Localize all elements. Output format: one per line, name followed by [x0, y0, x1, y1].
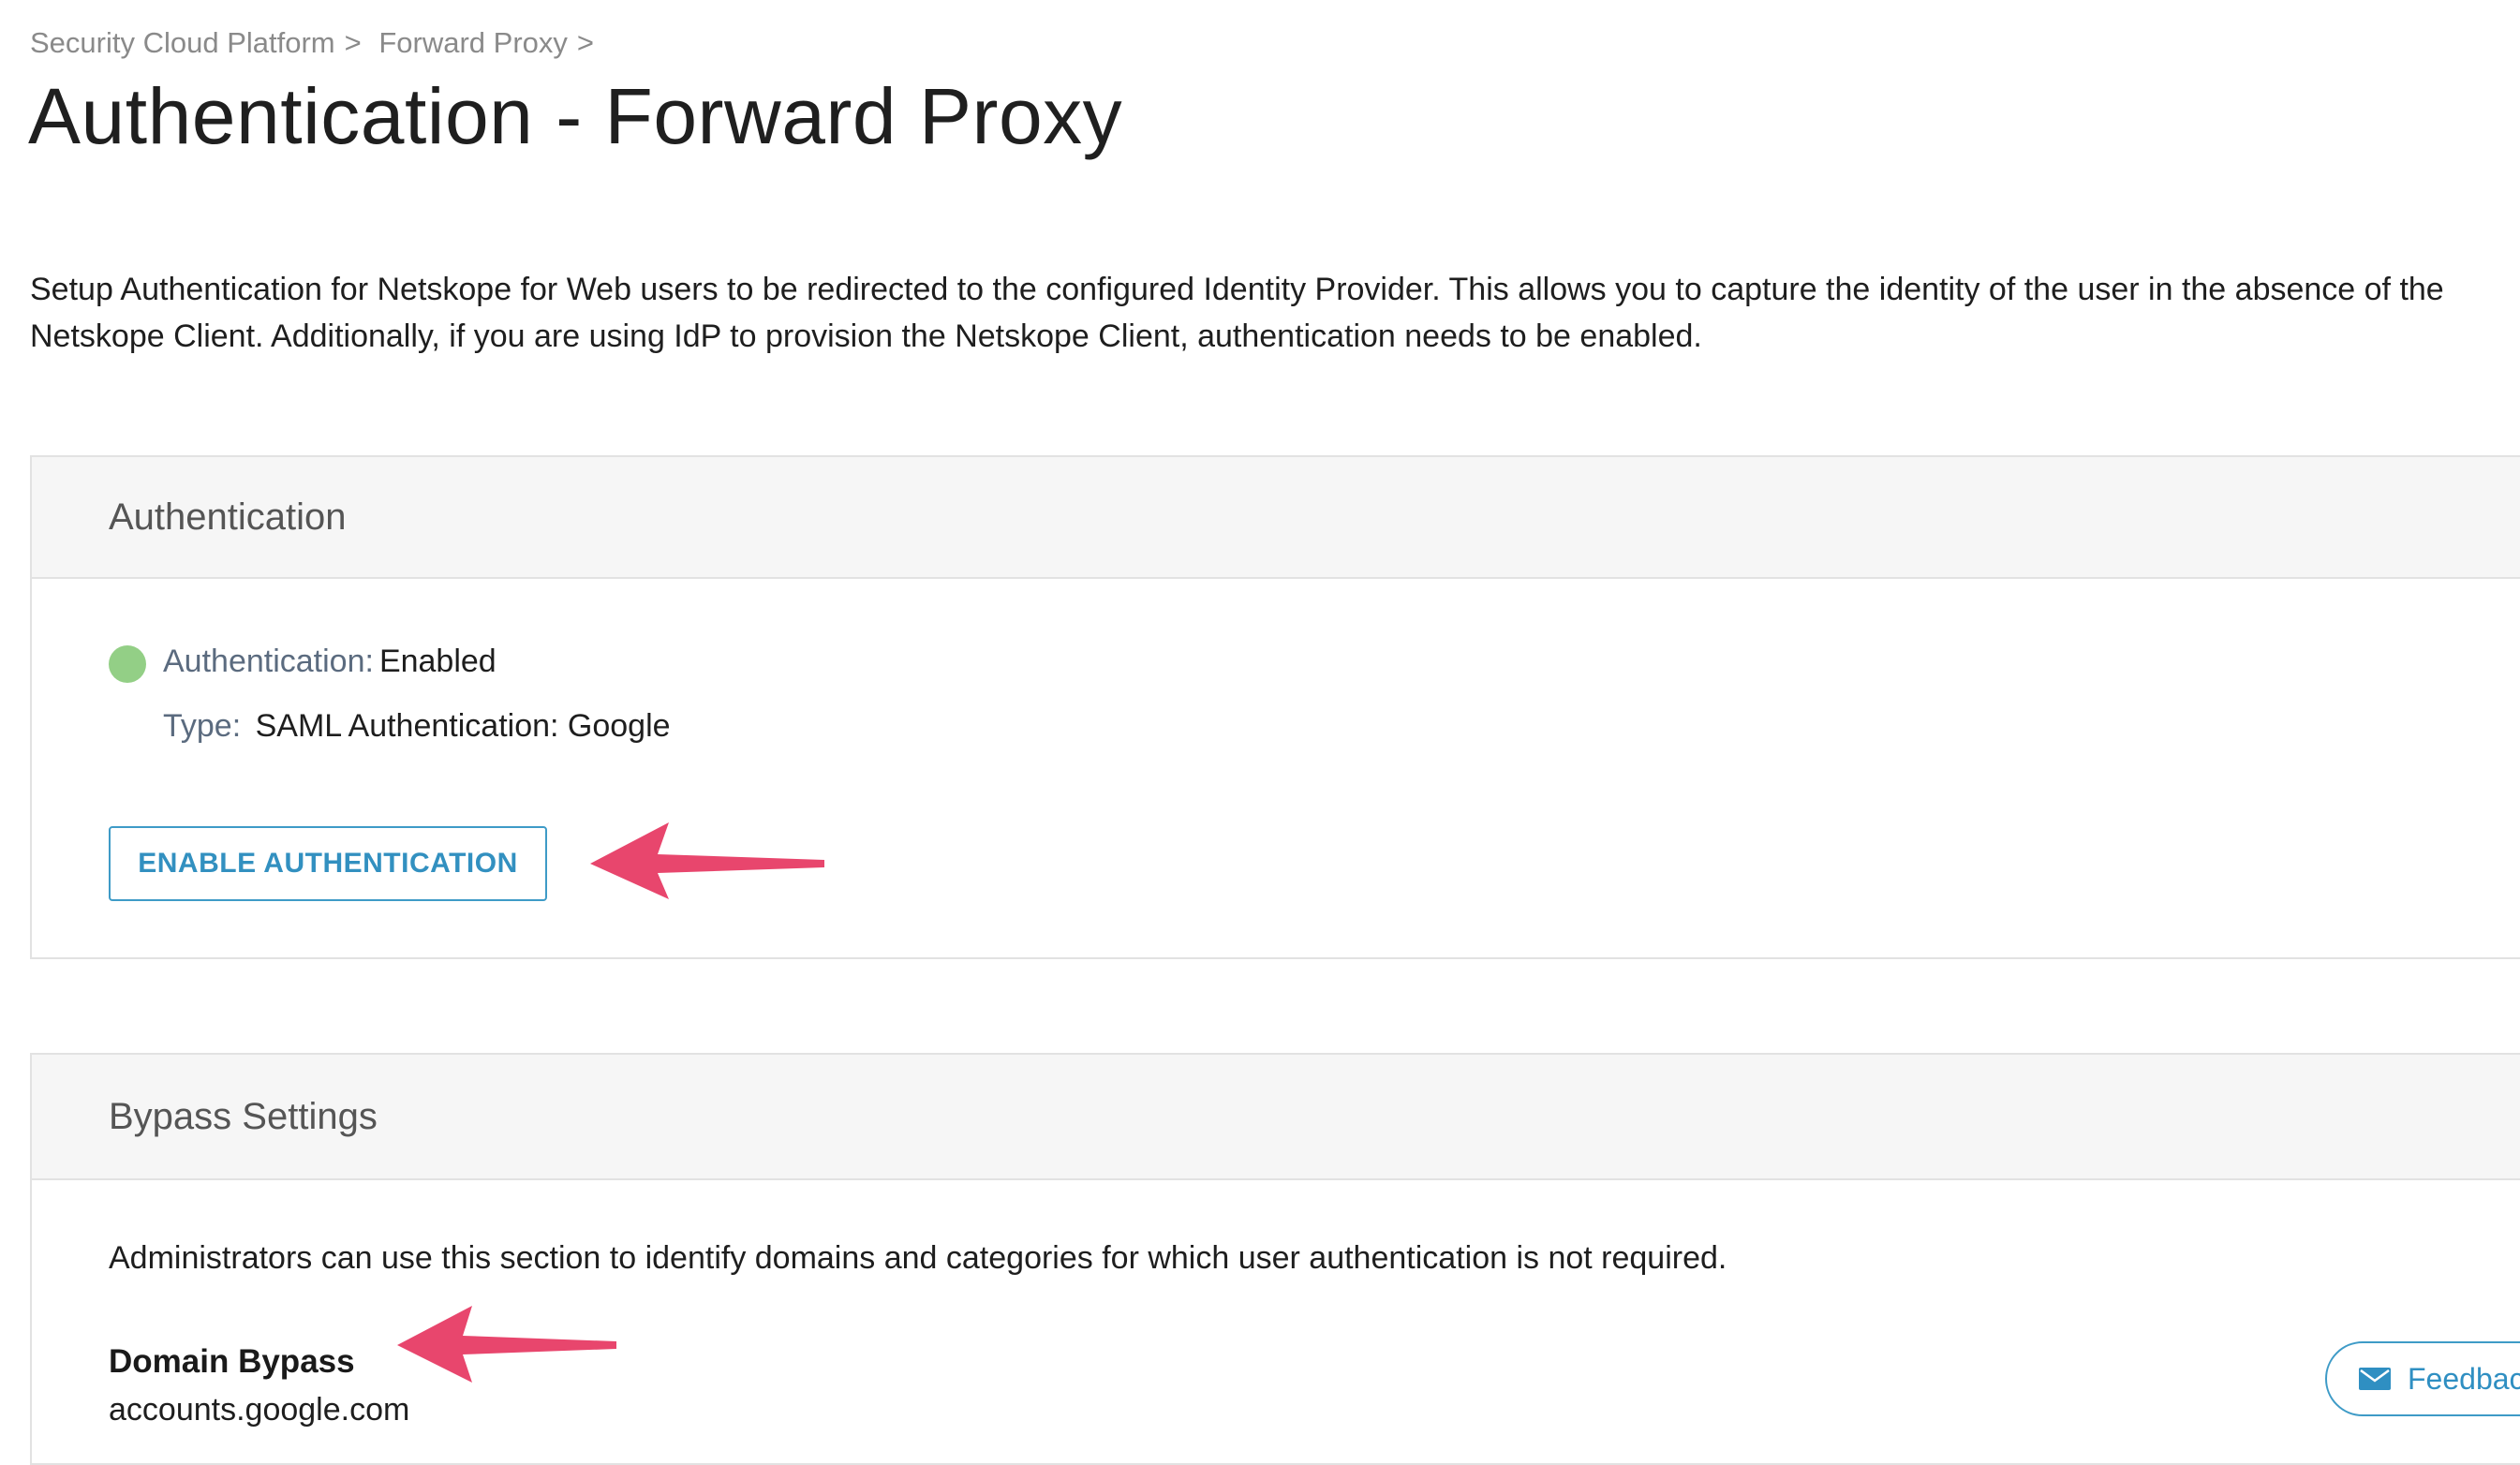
breadcrumb: Security Cloud Platform > Forward Proxy >	[30, 26, 603, 60]
authentication-type: Type: SAML Authentication: Google	[163, 708, 671, 745]
authentication-status: Authentication: Enabled	[109, 640, 497, 683]
authentication-panel-header: Authentication	[32, 457, 2520, 579]
authentication-panel: Authentication Authentication: Enabled T…	[30, 455, 2520, 959]
feedback-label: Feedback	[2408, 1361, 2520, 1396]
domain-bypass-value: accounts.google.com	[109, 1392, 410, 1428]
annotation-arrow-icon	[590, 822, 824, 899]
page-intro: Setup Authentication for Netskope for We…	[30, 272, 2444, 354]
breadcrumb-separator: >	[344, 26, 362, 59]
domain-bypass-title: Domain Bypass	[109, 1343, 355, 1380]
bypass-settings-panel: Bypass Settings Administrators can use t…	[30, 1053, 2520, 1465]
feedback-button[interactable]: Feedback	[2325, 1341, 2520, 1416]
breadcrumb-item-forward-proxy[interactable]: Forward Proxy	[378, 26, 568, 59]
bypass-settings-panel-header: Bypass Settings	[32, 1055, 2520, 1180]
page-title: Authentication - Forward Proxy	[28, 72, 1123, 160]
authentication-type-value: SAML Authentication: Google	[255, 708, 671, 744]
status-indicator-icon	[109, 645, 146, 683]
breadcrumb-item-security-cloud-platform[interactable]: Security Cloud Platform	[30, 26, 335, 59]
bypass-settings-description: Administrators can use this section to i…	[109, 1240, 1727, 1276]
authentication-status-label: Authentication:	[163, 643, 374, 679]
envelope-icon	[2359, 1368, 2391, 1390]
authentication-type-label: Type:	[163, 708, 242, 744]
breadcrumb-separator: >	[576, 26, 595, 59]
authentication-status-value: Enabled	[378, 643, 497, 679]
annotation-arrow-icon	[397, 1306, 616, 1383]
enable-authentication-button[interactable]: ENABLE AUTHENTICATION	[109, 826, 547, 901]
